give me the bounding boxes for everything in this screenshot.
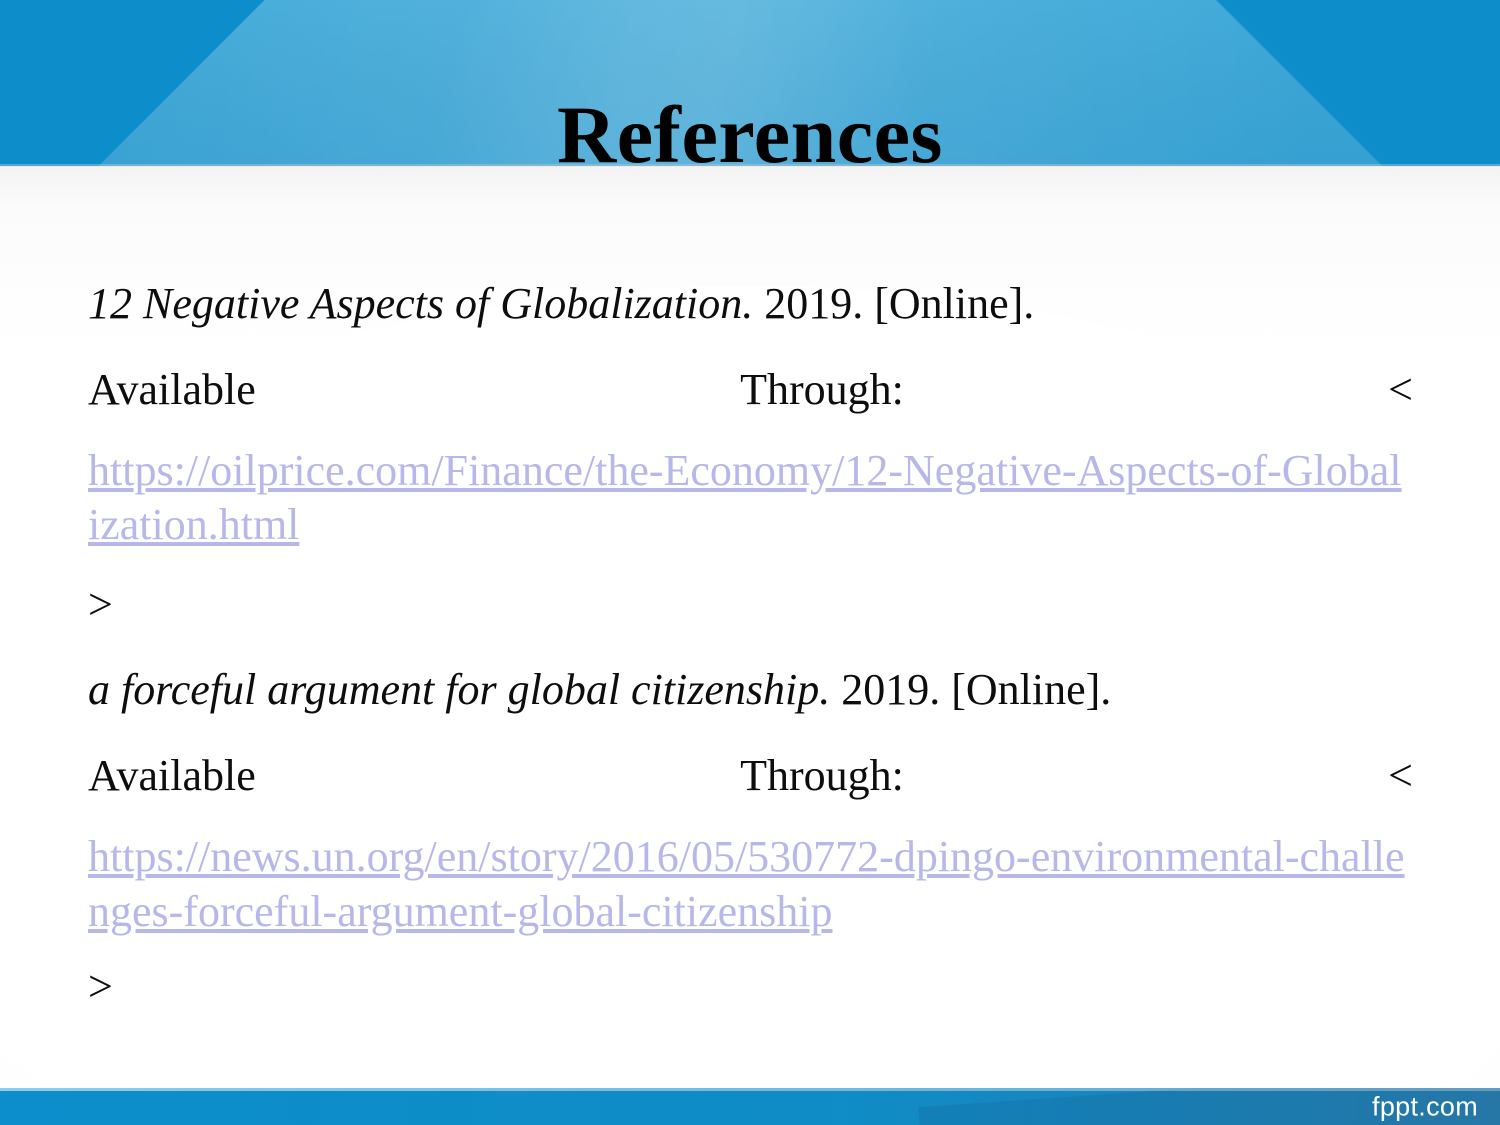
reference-citation-1: 12 Negative Aspects of Globalization. 20…	[88, 272, 1413, 336]
slide-footer: fppt.com	[0, 1088, 1500, 1125]
reference-entry-2: a forceful argument for global citizensh…	[88, 658, 1413, 1018]
reference-title-1: 12 Negative Aspects of Globalization.	[88, 279, 754, 328]
reference-availability-2: Available Through: <	[88, 744, 1413, 808]
reference-title-2: a forceful argument for global citizensh…	[88, 665, 831, 715]
reference-entry-1: 12 Negative Aspects of Globalization. 20…	[88, 272, 1413, 636]
through-label-2: Through:	[740, 751, 904, 801]
references-list: 12 Negative Aspects of Globalization. 20…	[88, 272, 1413, 1041]
close-angle-bracket-2: >	[88, 962, 113, 1012]
close-angle-bracket-1: >	[88, 579, 113, 629]
footer-brand-label: fppt.com	[1372, 1091, 1478, 1121]
page-title: References	[557, 88, 943, 180]
footer-highlight-line	[0, 1088, 1500, 1091]
reference-citation-2: a forceful argument for global citizensh…	[88, 658, 1413, 722]
reference-url-link-2[interactable]: https://news.un.org/en/story/2016/05/530…	[88, 830, 1413, 939]
available-label-1: Available	[88, 364, 256, 414]
presentation-slide: References 12 Negative Aspects of Global…	[0, 0, 1500, 1125]
reference-url-link-1[interactable]: https://oilprice.com/Finance/the-Economy…	[88, 444, 1413, 553]
reference-year-2: 2019. [Online].	[841, 665, 1112, 715]
through-label-1: Through:	[740, 364, 904, 414]
reference-availability-1: Available Through: <	[88, 358, 1413, 422]
open-angle-bracket-2: <	[1388, 751, 1413, 801]
reference-year-1: 2019. [Online].	[764, 279, 1035, 328]
open-angle-bracket-1: <	[1388, 364, 1413, 414]
available-label-2: Available	[88, 751, 256, 801]
